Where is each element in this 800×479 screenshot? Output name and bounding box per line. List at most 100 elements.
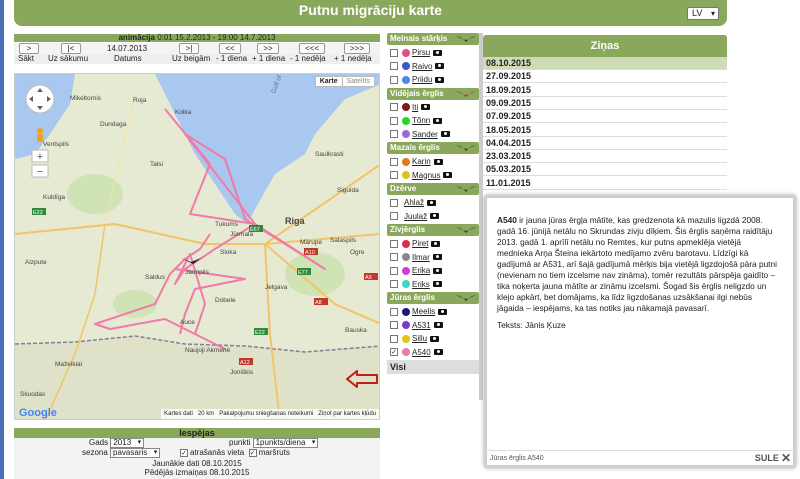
minus-week-button[interactable]: <<< [299, 43, 325, 54]
news-item[interactable]: 11.01.2015 [483, 177, 727, 190]
camera-icon[interactable] [432, 254, 442, 261]
bird-checkbox[interactable] [390, 253, 398, 262]
bird-name-link[interactable]: Eriks [412, 280, 430, 289]
bird-name-link[interactable]: Karin [412, 157, 431, 166]
bird-group-header[interactable]: Zivjērglis [387, 224, 479, 236]
language-select[interactable]: LV [687, 7, 719, 20]
bird-name-link[interactable]: Raivo [412, 62, 432, 71]
terms-link[interactable]: Pakalpojumu sniegšanas noteikumi [219, 411, 313, 417]
map-mode-satelits[interactable]: Satelīts [341, 77, 374, 86]
to-end-button[interactable]: >| [179, 43, 199, 54]
camera-icon[interactable] [430, 213, 440, 220]
bird-checkbox[interactable] [390, 198, 398, 207]
bird-name-link[interactable]: Sillu [412, 334, 427, 343]
camera-icon[interactable] [440, 131, 450, 138]
bird-checkbox[interactable] [390, 307, 398, 316]
bird-checkbox[interactable] [390, 48, 398, 57]
nav-label: - 1 nedēļa [290, 54, 326, 63]
bird-group-header[interactable]: Melnais stārķis [387, 33, 479, 45]
camera-icon[interactable] [421, 104, 431, 111]
bird-name-link[interactable]: Ahlaž [404, 198, 424, 207]
plus-week-button[interactable]: >>> [344, 43, 370, 54]
migration-map[interactable]: + − Kolka Dundaga Mikeltornis Roja Gulf of R… [14, 73, 380, 420]
plus-day-button[interactable]: >> [257, 43, 279, 54]
bird-name-link[interactable]: Piret [412, 239, 428, 248]
bird-group-header[interactable]: Jūras ērglis [387, 292, 479, 304]
all-birds-button[interactable]: Visi [387, 360, 479, 374]
camera-icon[interactable] [433, 49, 443, 56]
news-item[interactable]: 08.10.2015 [483, 57, 727, 70]
camera-icon[interactable] [430, 335, 440, 342]
camera-icon[interactable] [433, 158, 443, 165]
bird-checkbox[interactable] [390, 116, 398, 125]
season-select[interactable]: pavasaris [110, 448, 161, 458]
bird-name-link[interactable]: Pirsu [412, 48, 430, 57]
report-error-link[interactable]: Ziņot par kartes kļūdu [318, 411, 376, 417]
camera-icon[interactable] [433, 349, 443, 356]
news-item[interactable]: 07.09.2015 [483, 110, 727, 124]
news-item[interactable]: 18.09.2015 [483, 84, 727, 97]
camera-icon[interactable] [431, 240, 441, 247]
options-panel: Iespējas Gads 2013 punkti 1punkts/diena … [14, 428, 380, 479]
bird-checkbox[interactable] [390, 75, 398, 84]
bird-checkbox[interactable] [390, 103, 398, 112]
bird-name-link[interactable]: Erika [412, 266, 430, 275]
bird-group-title: Vidējais ērglis [390, 88, 444, 98]
map-place-label: Mažeikiai [55, 361, 82, 368]
bird-checkbox[interactable] [390, 212, 398, 221]
camera-icon[interactable] [433, 117, 443, 124]
bird-checkbox[interactable] [390, 266, 398, 275]
route-checkbox[interactable]: ✓ [248, 448, 257, 457]
left-edge-stripe [0, 0, 4, 479]
news-item[interactable]: 23.03.2015 [483, 150, 727, 164]
news-item[interactable]: 04.04.2015 [483, 137, 727, 150]
close-button[interactable]: SULE ✕ [755, 451, 793, 466]
bird-name-link[interactable]: Magnus [412, 171, 440, 180]
bird-checkbox[interactable] [390, 280, 398, 289]
bird-checkbox[interactable] [390, 130, 398, 139]
news-item[interactable]: 18.05.2015 [483, 124, 727, 137]
year-select[interactable]: 2013 [110, 438, 145, 448]
svg-text:+: + [37, 151, 43, 163]
bird-name-link[interactable]: A540 [412, 348, 431, 357]
bird-checkbox[interactable] [390, 171, 398, 180]
camera-icon[interactable] [443, 172, 453, 179]
bird-name-link[interactable]: Iti [412, 103, 418, 112]
camera-icon[interactable] [435, 63, 445, 70]
bird-name-link[interactable]: Sander [412, 130, 438, 139]
bird-name-link[interactable]: A531 [412, 321, 431, 330]
news-item[interactable]: 09.09.2015 [483, 97, 727, 110]
bird-group-header[interactable]: Vidējais ērglis [387, 87, 479, 100]
news-item[interactable]: 05.03.2015 [483, 163, 727, 177]
camera-icon[interactable] [432, 281, 442, 288]
news-list: 08.10.2015 27.09.2015 18.09.2015 09.09.2015… [483, 57, 727, 191]
bird-checkbox[interactable] [390, 321, 398, 330]
bird-name-link[interactable]: Tõnn [412, 116, 430, 125]
bird-checkbox[interactable] [390, 62, 398, 71]
svg-text:E77: E77 [298, 270, 308, 276]
bird-name-link[interactable]: Ilmar [412, 253, 430, 262]
bird-checkbox[interactable]: ✓ [390, 348, 398, 357]
to-start-button[interactable]: |< [61, 43, 81, 54]
bird-group-header[interactable]: Mazais ērglis [387, 142, 479, 154]
bird-group-header[interactable]: Dzērve [387, 183, 479, 195]
start-button[interactable]: > [19, 43, 39, 54]
camera-icon[interactable] [427, 199, 437, 206]
location-checkbox[interactable]: ✓ [180, 448, 188, 457]
news-item[interactable]: 27.09.2015 [483, 70, 727, 84]
bird-name-link[interactable]: Meelis [412, 307, 435, 316]
minus-day-button[interactable]: << [219, 43, 241, 54]
bird-name-link[interactable]: Priidu [412, 75, 432, 84]
map-mode-karte[interactable]: Karte [316, 77, 342, 86]
bird-name-link[interactable]: Juulaž [404, 212, 427, 221]
bird-checkbox[interactable] [390, 239, 398, 248]
camera-icon[interactable] [433, 267, 443, 274]
camera-icon[interactable] [435, 76, 445, 83]
camera-icon[interactable] [438, 308, 448, 315]
bird-checkbox[interactable] [390, 157, 398, 166]
date-field[interactable]: 14.07.2013 [89, 43, 179, 54]
bird-info-popup: A540 ir jauna jūras ērgļa mātīte, kas gr… [484, 195, 796, 468]
camera-icon[interactable] [433, 322, 443, 329]
bird-checkbox[interactable] [390, 334, 398, 343]
points-select[interactable]: 1punkts/diena [252, 438, 319, 448]
